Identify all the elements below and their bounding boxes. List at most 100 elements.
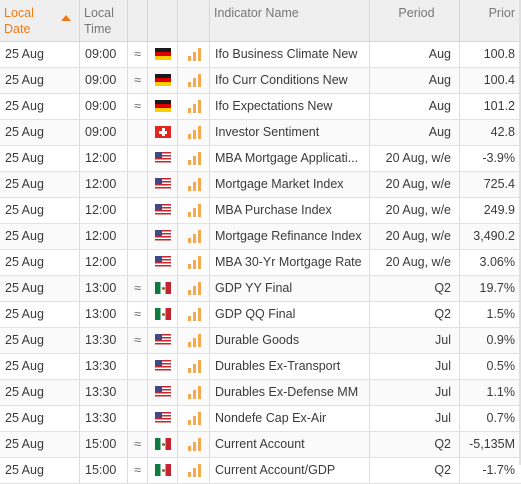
column-header-indicator-name[interactable]: Indicator Name — [210, 0, 370, 41]
row-indicator-name[interactable]: Mortgage Refinance Index — [210, 224, 370, 249]
row-indicator-name[interactable]: Current Account — [210, 432, 370, 457]
table-row[interactable]: 25 Aug 13:30 Durables Ex-Defense MM Jul … — [0, 380, 521, 406]
row-time: 12:00 — [80, 250, 128, 275]
table-row[interactable]: 25 Aug 13:00 ≈ GDP YY Final Q2 19.7% — [0, 276, 521, 302]
column-header-period[interactable]: Period — [370, 0, 460, 41]
table-row[interactable]: 25 Aug 12:00 MBA Mortgage Applicati... 2… — [0, 146, 521, 172]
table-row[interactable]: 25 Aug 09:00 ≈ Ifo Business Climate New … — [0, 42, 521, 68]
row-indicator-name[interactable]: Mortgage Market Index — [210, 172, 370, 197]
row-date: 25 Aug — [0, 328, 80, 353]
table-row[interactable]: 25 Aug 12:00 MBA Purchase Index 20 Aug, … — [0, 198, 521, 224]
row-prior: 100.4 — [483, 73, 515, 87]
table-row[interactable]: 25 Aug 13:30 Durables Ex-Transport Jul 0… — [0, 354, 521, 380]
table-row[interactable]: 25 Aug 15:00 ≈ Current Account/GDP Q2 -1… — [0, 458, 521, 484]
column-header-label: Local Time — [84, 6, 114, 36]
table-row[interactable]: 25 Aug 15:00 ≈ Current Account Q2 -5,135… — [0, 432, 521, 458]
row-indicator-name[interactable]: Current Account/GDP — [210, 458, 370, 483]
row-indicator-name[interactable]: Ifo Expectations New — [210, 94, 370, 119]
row-indicator-name[interactable]: GDP YY Final — [210, 276, 370, 301]
approximate-time-icon: ≈ — [128, 458, 148, 483]
row-period: Jul — [370, 380, 460, 405]
row-period: Aug — [370, 42, 460, 67]
row-country — [148, 250, 178, 275]
row-date: 25 Aug — [0, 172, 80, 197]
row-indicator-name[interactable]: Ifo Curr Conditions New — [210, 68, 370, 93]
approximate-time-icon — [128, 120, 148, 145]
row-date: 25 Aug — [0, 354, 80, 379]
column-header-local-date[interactable]: Local Date — [0, 0, 80, 41]
economic-calendar-table: Local Date Local Time Indicator Name Per… — [0, 0, 521, 484]
row-date: 25 Aug — [0, 250, 80, 275]
impact-bars-icon — [188, 463, 202, 477]
column-header-label: Indicator Name — [214, 6, 299, 20]
flag-us-icon — [155, 386, 171, 398]
row-country — [148, 380, 178, 405]
column-header-local-time[interactable]: Local Time — [80, 0, 128, 41]
sort-asc-icon[interactable] — [61, 15, 71, 21]
row-impact — [178, 302, 210, 327]
row-period: Aug — [370, 94, 460, 119]
row-impact — [178, 432, 210, 457]
flag-de-icon — [155, 48, 171, 60]
column-header-prior[interactable]: Prior — [460, 0, 521, 41]
row-country — [148, 198, 178, 223]
approximate-time-icon — [128, 172, 148, 197]
approximate-time-icon — [128, 146, 148, 171]
table-row[interactable]: 25 Aug 12:00 Mortgage Market Index 20 Au… — [0, 172, 521, 198]
approximate-time-icon — [128, 224, 148, 249]
row-time: 09:00 — [80, 94, 128, 119]
row-country — [148, 172, 178, 197]
flag-de-icon — [155, 74, 171, 86]
row-indicator-name[interactable]: GDP QQ Final — [210, 302, 370, 327]
flag-us-icon — [155, 152, 171, 164]
row-country — [148, 146, 178, 171]
column-header-country — [148, 0, 178, 41]
row-period: 20 Aug, w/e — [370, 224, 460, 249]
row-country — [148, 354, 178, 379]
row-time: 12:00 — [80, 198, 128, 223]
row-period: Aug — [370, 120, 460, 145]
row-indicator-name[interactable]: MBA 30-Yr Mortgage Rate — [210, 250, 370, 275]
row-time: 15:00 — [80, 458, 128, 483]
row-indicator-name[interactable]: Durables Ex-Transport — [210, 354, 370, 379]
row-period: Q2 — [370, 432, 460, 457]
approximate-time-icon — [128, 406, 148, 431]
table-row[interactable]: 25 Aug 13:30 ≈ Durable Goods Jul 0.9% — [0, 328, 521, 354]
row-indicator-name[interactable]: MBA Mortgage Applicati... — [210, 146, 370, 171]
row-date: 25 Aug — [0, 120, 80, 145]
row-country — [148, 120, 178, 145]
flag-mx-icon — [155, 438, 171, 450]
row-impact — [178, 250, 210, 275]
row-impact — [178, 224, 210, 249]
table-row[interactable]: 25 Aug 13:30 Nondefe Cap Ex-Air Jul 0.7% — [0, 406, 521, 432]
flag-us-icon — [155, 334, 171, 346]
table-row[interactable]: 25 Aug 09:00 Investor Sentiment Aug 42.8 — [0, 120, 521, 146]
row-time: 12:00 — [80, 224, 128, 249]
column-header-label: Period — [398, 6, 435, 20]
approximate-time-icon — [128, 198, 148, 223]
table-row[interactable]: 25 Aug 13:00 ≈ GDP QQ Final Q2 1.5% — [0, 302, 521, 328]
row-time: 13:30 — [80, 406, 128, 431]
impact-bars-icon — [188, 411, 202, 425]
row-indicator-name[interactable]: Durable Goods — [210, 328, 370, 353]
row-country — [148, 458, 178, 483]
table-header: Local Date Local Time Indicator Name Per… — [0, 0, 521, 42]
row-impact — [178, 94, 210, 119]
table-row[interactable]: 25 Aug 12:00 Mortgage Refinance Index 20… — [0, 224, 521, 250]
row-prior: 725.4 — [483, 177, 515, 191]
row-country — [148, 406, 178, 431]
row-period: 20 Aug, w/e — [370, 198, 460, 223]
row-indicator-name[interactable]: MBA Purchase Index — [210, 198, 370, 223]
row-period: Q2 — [370, 458, 460, 483]
table-row[interactable]: 25 Aug 12:00 MBA 30-Yr Mortgage Rate 20 … — [0, 250, 521, 276]
row-indicator-name[interactable]: Nondefe Cap Ex-Air — [210, 406, 370, 431]
row-impact — [178, 198, 210, 223]
row-impact — [178, 328, 210, 353]
row-indicator-name[interactable]: Investor Sentiment — [210, 120, 370, 145]
row-indicator-name[interactable]: Durables Ex-Defense MM — [210, 380, 370, 405]
row-indicator-name[interactable]: Ifo Business Climate New — [210, 42, 370, 67]
table-row[interactable]: 25 Aug 09:00 ≈ Ifo Expectations New Aug … — [0, 94, 521, 120]
table-row[interactable]: 25 Aug 09:00 ≈ Ifo Curr Conditions New A… — [0, 68, 521, 94]
row-impact — [178, 458, 210, 483]
row-period: Q2 — [370, 276, 460, 301]
